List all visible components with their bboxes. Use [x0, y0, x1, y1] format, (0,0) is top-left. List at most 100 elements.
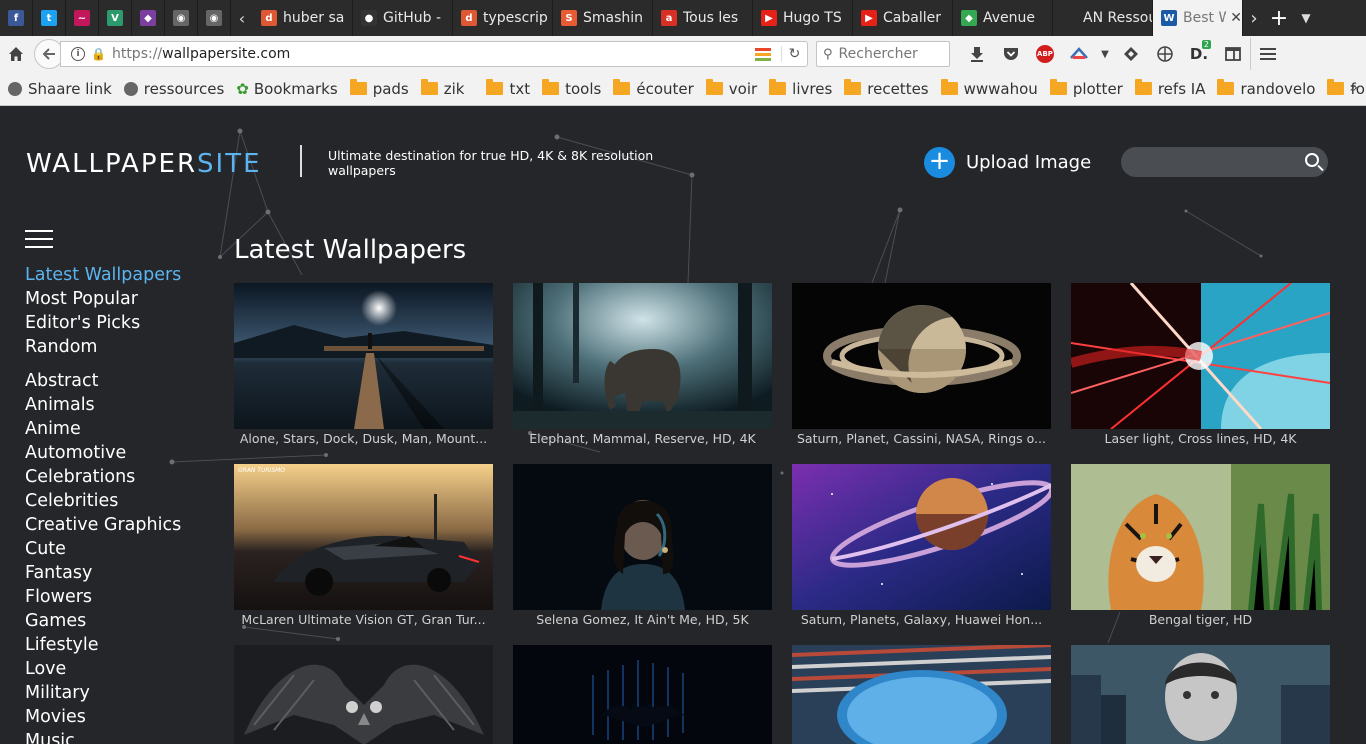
- category-celebrities[interactable]: Celebrities: [25, 489, 181, 513]
- bookmark-folder[interactable]: tools: [542, 79, 601, 98]
- tab[interactable]: a Tous les: [653, 0, 753, 36]
- category-automotive[interactable]: Automotive: [25, 441, 181, 465]
- hamburger-menu-icon[interactable]: [25, 230, 53, 248]
- close-icon[interactable]: ✕: [1230, 10, 1242, 26]
- tab[interactable]: ● GitHub -: [353, 0, 453, 36]
- bookmarks-overflow-icon[interactable]: »: [1349, 80, 1358, 96]
- category-music[interactable]: Music: [25, 729, 181, 744]
- nav-item-editor-s-picks[interactable]: Editor's Picks: [25, 311, 181, 335]
- tab[interactable]: ▶ Caballer: [853, 0, 953, 36]
- nav-item-most-popular[interactable]: Most Popular: [25, 287, 181, 311]
- category-movies[interactable]: Movies: [25, 705, 181, 729]
- bookmark-folder[interactable]: écouter: [613, 79, 694, 98]
- lock-icon[interactable]: 🔒: [91, 47, 106, 61]
- wallpaper-card[interactable]: Saturn, Planets, Galaxy, Huawei Hon...: [792, 464, 1051, 627]
- wallpaper-card[interactable]: [792, 645, 1051, 744]
- pinned-tab[interactable]: ~: [66, 0, 99, 36]
- category-abstract[interactable]: Abstract: [25, 369, 181, 393]
- category-anime[interactable]: Anime: [25, 417, 181, 441]
- wallpaper-card[interactable]: [234, 645, 493, 744]
- reload-icon[interactable]: ↻: [781, 46, 807, 62]
- bookmark-folder[interactable]: voir: [705, 79, 757, 98]
- nav-item-latest-wallpapers[interactable]: Latest Wallpapers: [25, 263, 181, 287]
- search-icon[interactable]: [1305, 153, 1319, 167]
- menu-icon[interactable]: [1250, 38, 1284, 70]
- wallpaper-thumbnail[interactable]: GRAN TURISMO: [234, 464, 493, 610]
- tab[interactable]: ◆ Avenue: [953, 0, 1053, 36]
- bookmark-folder[interactable]: fonderies: [1327, 79, 1366, 98]
- pinned-tab[interactable]: V: [99, 0, 132, 36]
- download-icon[interactable]: [960, 38, 994, 70]
- wallpaper-card[interactable]: [1071, 645, 1330, 744]
- wallpaper-thumbnail[interactable]: [1071, 283, 1330, 429]
- bookmark-folder[interactable]: wwwahou: [940, 79, 1038, 98]
- category-creative-graphics[interactable]: Creative Graphics: [25, 513, 181, 537]
- wallpaper-thumbnail[interactable]: [792, 283, 1051, 429]
- bookmark-item[interactable]: ✿ Bookmarks: [236, 80, 337, 98]
- bookmark-folder[interactable]: refs IA: [1134, 79, 1205, 98]
- sidebar-icon[interactable]: [1216, 38, 1250, 70]
- site-logo[interactable]: WALLPAPERSITE: [26, 149, 262, 179]
- feedly-icon[interactable]: [1114, 38, 1148, 70]
- url-text[interactable]: https://wallpapersite.com: [112, 46, 755, 62]
- tab-active[interactable]: W Best W ✕: [1153, 0, 1243, 36]
- reader-view-icon[interactable]: [755, 47, 771, 61]
- tab[interactable]: AN Ressour: [1053, 0, 1153, 36]
- decentraleyes-icon[interactable]: D. 2: [1182, 38, 1216, 70]
- site-search-input[interactable]: [1121, 147, 1328, 177]
- pinned-tab[interactable]: t: [33, 0, 66, 36]
- wallpaper-thumbnail[interactable]: [513, 283, 772, 429]
- pinned-tab[interactable]: f: [0, 0, 33, 36]
- pinned-tab[interactable]: ◉: [165, 0, 198, 36]
- category-love[interactable]: Love: [25, 657, 181, 681]
- category-celebrations[interactable]: Celebrations: [25, 465, 181, 489]
- pinned-tab[interactable]: ◆: [132, 0, 165, 36]
- wallpaper-card[interactable]: Laser light, Cross lines, HD, 4K: [1071, 283, 1330, 446]
- wallpaper-thumbnail[interactable]: [513, 464, 772, 610]
- wallpaper-card[interactable]: Selena Gomez, It Ain't Me, HD, 5K: [513, 464, 772, 627]
- wallpaper-card[interactable]: Bengal tiger, HD: [1071, 464, 1330, 627]
- category-animals[interactable]: Animals: [25, 393, 181, 417]
- wallpaper-caption[interactable]: Laser light, Cross lines, HD, 4K: [1071, 431, 1330, 446]
- wallpaper-caption[interactable]: Alone, Stars, Dock, Dusk, Man, Mount...: [234, 431, 493, 446]
- bookmark-folder[interactable]: zik: [420, 79, 464, 98]
- category-games[interactable]: Games: [25, 609, 181, 633]
- nav-item-random[interactable]: Random: [25, 335, 181, 359]
- bookmark-folder[interactable]: livres: [769, 79, 832, 98]
- wallpaper-thumbnail[interactable]: [1071, 645, 1330, 744]
- wallpaper-card[interactable]: Saturn, Planet, Cassini, NASA, Rings o..…: [792, 283, 1051, 446]
- vpn-icon[interactable]: [1148, 38, 1182, 70]
- category-lifestyle[interactable]: Lifestyle: [25, 633, 181, 657]
- tab[interactable]: d huber sa: [253, 0, 353, 36]
- bookmark-folder[interactable]: pads: [349, 79, 409, 98]
- wallpaper-caption[interactable]: Selena Gomez, It Ain't Me, HD, 5K: [513, 612, 772, 627]
- extension-icon[interactable]: [1062, 38, 1096, 70]
- wallpaper-card[interactable]: GRAN TURISMO McLaren Ultimate Vision GT, …: [234, 464, 493, 627]
- url-bar[interactable]: i 🔒 https://wallpapersite.com ↻: [60, 41, 808, 67]
- adblock-icon[interactable]: ABP: [1028, 38, 1062, 70]
- wallpaper-thumbnail[interactable]: [1071, 464, 1330, 610]
- tab[interactable]: ▶ Hugo TS: [753, 0, 853, 36]
- wallpaper-card[interactable]: Elephant, Mammal, Reserve, HD, 4K: [513, 283, 772, 446]
- wallpaper-card[interactable]: [513, 645, 772, 744]
- wallpaper-caption[interactable]: McLaren Ultimate Vision GT, Gran Tur...: [234, 612, 493, 627]
- pocket-icon[interactable]: [994, 38, 1028, 70]
- search-field[interactable]: ⚲ Rechercher: [816, 41, 950, 67]
- bookmark-folder[interactable]: plotter: [1049, 79, 1123, 98]
- wallpaper-thumbnail[interactable]: [234, 645, 493, 744]
- wallpaper-thumbnail[interactable]: [513, 645, 772, 744]
- pinned-tab[interactable]: ◉: [198, 0, 231, 36]
- tab[interactable]: d typescrip: [453, 0, 553, 36]
- chevron-down-icon[interactable]: ▼: [1096, 38, 1114, 70]
- tab-list-menu-button[interactable]: ▼: [1293, 11, 1319, 25]
- tab-scroll-left-button[interactable]: ‹: [231, 0, 253, 36]
- wallpaper-thumbnail[interactable]: [792, 464, 1051, 610]
- wallpaper-thumbnail[interactable]: [792, 645, 1051, 744]
- wallpaper-caption[interactable]: Bengal tiger, HD: [1071, 612, 1330, 627]
- wallpaper-card[interactable]: Alone, Stars, Dock, Dusk, Man, Mount...: [234, 283, 493, 446]
- home-button[interactable]: [0, 38, 32, 70]
- upload-image-button[interactable]: + Upload Image: [924, 147, 1091, 178]
- wallpaper-caption[interactable]: Saturn, Planet, Cassini, NASA, Rings o..…: [792, 431, 1051, 446]
- info-icon[interactable]: i: [71, 47, 85, 61]
- wallpaper-caption[interactable]: Elephant, Mammal, Reserve, HD, 4K: [513, 431, 772, 446]
